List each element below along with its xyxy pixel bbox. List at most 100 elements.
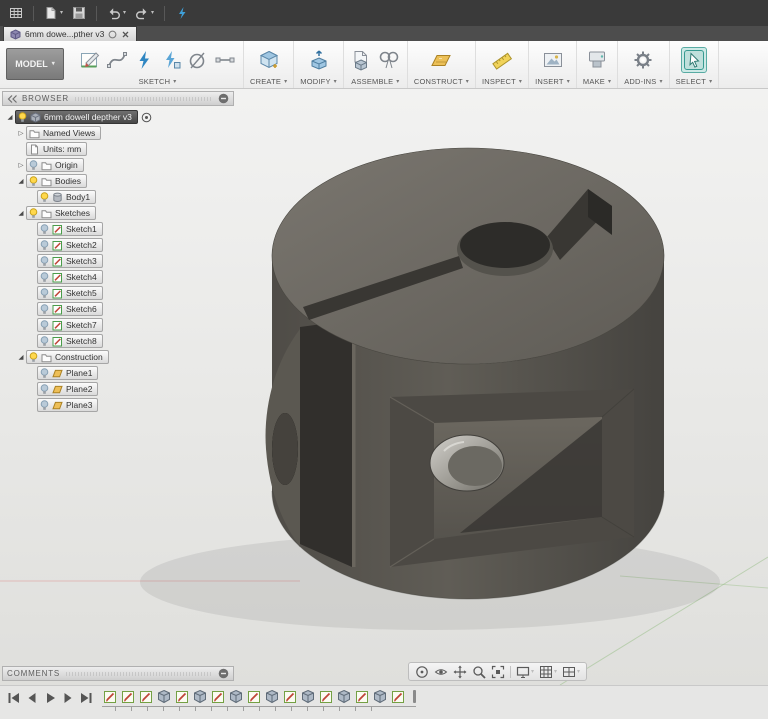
tree-item-construction[interactable]: Construction [26,350,109,364]
press-pull-button[interactable] [307,48,331,72]
timeline-track[interactable] [102,706,416,714]
group-menu-insert[interactable]: INSERT▾ [535,77,570,87]
document-tab[interactable]: 6mm dowe...pther v3 [3,26,137,41]
new-component-button[interactable] [350,48,374,72]
tree-row-sketch5[interactable]: Sketch5 [2,285,234,301]
extrude-feature-6[interactable] [192,688,208,705]
tree-row-sketches[interactable]: ◢Sketches [2,205,234,221]
tree-item-sketch5[interactable]: Sketch5 [37,286,103,300]
save-button[interactable] [69,4,89,22]
tree-row-sketch7[interactable]: Sketch7 [2,317,234,333]
expand-arrow-icon[interactable]: ▷ [16,161,26,169]
make-button[interactable] [585,48,609,72]
browser-header[interactable]: BROWSER [2,91,234,106]
group-menu-inspect[interactable]: INSPECT▾ [482,77,522,87]
construct-plane-button[interactable] [429,48,453,72]
sketch-feature-2[interactable] [120,688,136,705]
workspace-selector[interactable]: MODEL ▾ [6,48,64,80]
timeline-position-marker[interactable] [413,690,416,703]
tree-row-bodies[interactable]: ◢Bodies [2,173,234,189]
tree-item-sketch6[interactable]: Sketch6 [37,302,103,316]
tree-row-sketch1[interactable]: Sketch1 [2,221,234,237]
two-point-line-button[interactable] [213,48,237,72]
tab-close-icon[interactable] [121,30,130,39]
tree-row-sketch8[interactable]: Sketch8 [2,333,234,349]
tree-item-bodies[interactable]: Bodies [26,174,87,188]
pan-button[interactable] [451,664,469,680]
extrude-feature-8[interactable] [228,688,244,705]
tree-item-sketch4[interactable]: Sketch4 [37,270,103,284]
tree-row-sketch2[interactable]: Sketch2 [2,237,234,253]
viewports-button[interactable]: ▾ [560,664,582,680]
minimize-panel-icon[interactable] [218,93,229,104]
viewport-canvas[interactable]: BROWSER ◢6mm dowell depther v3▷Named Vie… [0,89,768,685]
new-file-button[interactable]: ▾ [41,4,66,22]
insert-image-button[interactable] [541,48,565,72]
tree-item-sketch1[interactable]: Sketch1 [37,222,103,236]
tree-row-plane2[interactable]: Plane2 [2,381,234,397]
include-3d-button[interactable] [159,48,183,72]
orbit-button[interactable] [413,664,431,680]
collapse-panel-icon[interactable] [7,94,18,104]
go-to-start-button[interactable] [6,690,22,706]
tree-row-sketch4[interactable]: Sketch4 [2,269,234,285]
group-menu-add-ins[interactable]: ADD-INS▾ [624,77,662,87]
collapse-arrow-icon[interactable]: ◢ [16,209,26,217]
sketch-feature-7[interactable] [210,688,226,705]
sketch-feature-1[interactable] [102,688,118,705]
sketch-feature-9[interactable] [246,688,262,705]
joint-button[interactable] [377,48,401,72]
project-button[interactable] [132,48,156,72]
tree-item-sketch2[interactable]: Sketch2 [37,238,103,252]
tree-row-construction[interactable]: ◢Construction [2,349,234,365]
tree-item-units-mm[interactable]: Units: mm [26,142,87,156]
tree-row-body1[interactable]: Body1 [2,189,234,205]
tree-item-sketch7[interactable]: Sketch7 [37,318,103,332]
tree-item-named-views[interactable]: Named Views [26,126,101,140]
look-at-button[interactable] [432,664,450,680]
spline-button[interactable] [105,48,129,72]
extrude-feature-4[interactable] [156,688,172,705]
data-panel-button[interactable] [6,4,26,22]
tree-item-sketch3[interactable]: Sketch3 [37,254,103,268]
tree-item-plane3[interactable]: Plane3 [37,398,98,412]
collapse-arrow-icon[interactable]: ◢ [5,113,15,121]
tree-item-6mm-dowell-depther-v3[interactable]: 6mm dowell depther v3 [15,110,138,124]
tree-row-units-mm[interactable]: Units: mm [2,141,234,157]
tree-row-named-views[interactable]: ▷Named Views [2,125,234,141]
tree-row-plane3[interactable]: Plane3 [2,397,234,413]
tree-item-plane1[interactable]: Plane1 [37,366,98,380]
group-menu-sketch[interactable]: SKETCH▾ [139,77,177,87]
select-cursor-button[interactable] [682,48,706,72]
tree-item-origin[interactable]: Origin [26,158,84,172]
group-menu-create[interactable]: CREATE▾ [250,77,287,87]
minimize-panel-icon[interactable] [218,668,229,679]
zoom-button[interactable] [470,664,488,680]
group-menu-make[interactable]: MAKE▾ [583,77,611,87]
group-menu-assemble[interactable]: ASSEMBLE▾ [351,77,399,87]
step-forward-button[interactable] [60,690,76,706]
panel-grip[interactable] [66,672,212,676]
step-back-button[interactable] [24,690,40,706]
expand-arrow-icon[interactable]: ▷ [16,129,26,137]
undo-button[interactable]: ▾ [104,4,129,22]
play-button[interactable] [42,690,58,706]
extrude-feature-14[interactable] [336,688,352,705]
display-settings-button[interactable]: ▾ [514,664,536,680]
create-sketch-button[interactable] [78,48,102,72]
extrude-feature-16[interactable] [372,688,388,705]
group-menu-select[interactable]: SELECT▾ [676,77,713,87]
redo-button[interactable]: ▾ [132,4,157,22]
sketch-feature-3[interactable] [138,688,154,705]
addins-gear-button[interactable] [631,48,655,72]
extrude-feature-10[interactable] [264,688,280,705]
visibility-target-button[interactable] [141,112,152,123]
tree-row-sketch3[interactable]: Sketch3 [2,253,234,269]
collapse-arrow-icon[interactable]: ◢ [16,177,26,185]
job-status-button[interactable] [172,4,192,22]
group-menu-modify[interactable]: MODIFY▾ [300,77,337,87]
group-menu-construct[interactable]: CONSTRUCT▾ [414,77,469,87]
tree-row-plane1[interactable]: Plane1 [2,365,234,381]
tree-item-plane2[interactable]: Plane2 [37,382,98,396]
grid-snaps-button[interactable]: ▾ [537,664,559,680]
